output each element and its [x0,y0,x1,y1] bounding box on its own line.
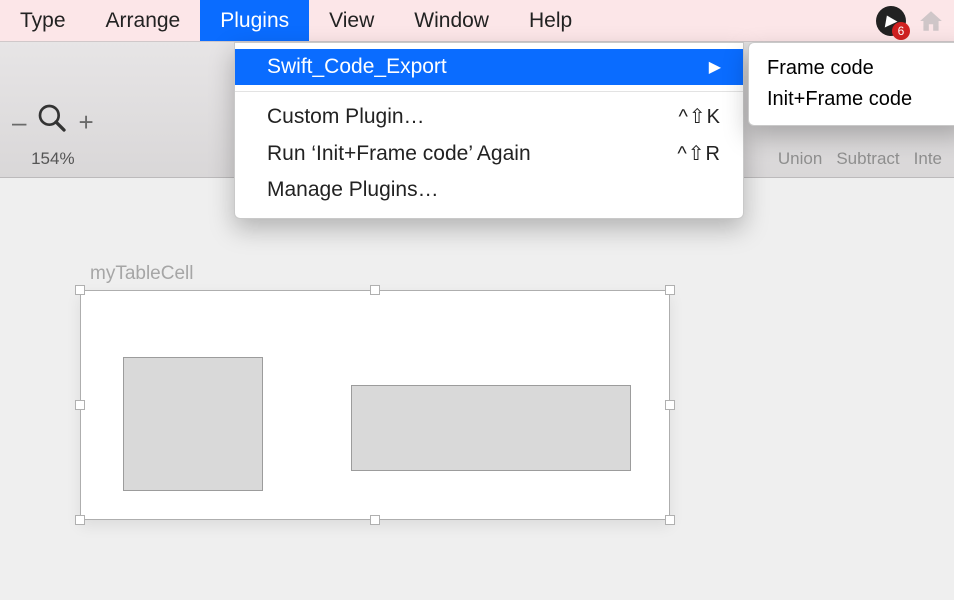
menu-view[interactable]: View [309,0,394,41]
plugins-item-run-again[interactable]: Run ‘Init+Frame code’ Again ^⇧R [235,135,743,172]
menu-separator [235,91,743,92]
plugins-dropdown: Swift_Code_Export ▶ Custom Plugin… ^⇧K R… [234,42,744,219]
handle-br[interactable] [665,515,675,525]
bool-intersect[interactable]: Inte [914,149,942,169]
bool-subtract[interactable]: Subtract [836,149,899,169]
menu-help[interactable]: Help [509,0,592,41]
dd-label: Frame code [767,57,874,79]
dd-shortcut: ^⇧K [679,104,721,129]
canvas[interactable]: myTableCell [0,178,954,600]
menu-window[interactable]: Window [394,0,509,41]
dd-label: Swift_Code_Export [267,55,447,79]
zoom-group: – + 154% [12,102,94,169]
submenu-item-frame-code[interactable]: Frame code [749,53,954,84]
handle-ml[interactable] [75,400,85,410]
submenu-arrow-icon: ▶ [709,57,721,77]
handle-tr[interactable] [665,285,675,295]
handle-tc[interactable] [370,285,380,295]
handle-bc[interactable] [370,515,380,525]
zoom-out-button[interactable]: – [12,107,26,138]
notifications-icon[interactable]: 6 [876,6,906,36]
shape-rect[interactable] [351,385,631,471]
plugins-item-swift-code-export[interactable]: Swift_Code_Export ▶ [235,49,743,85]
boolean-group: Union Subtract Inte [778,149,942,169]
zoom-icon[interactable] [36,102,68,143]
menu-type[interactable]: Type [0,0,86,41]
submenu-item-init-frame-code[interactable]: Init+Frame code [749,84,954,115]
zoom-in-button[interactable]: + [78,107,93,138]
dd-shortcut: ^⇧R [677,141,721,166]
menu-arrange[interactable]: Arrange [86,0,201,41]
dd-label: Run ‘Init+Frame code’ Again [267,142,531,166]
dd-label: Custom Plugin… [267,105,425,129]
plugins-item-manage[interactable]: Manage Plugins… [235,172,743,208]
artboard[interactable] [80,290,670,520]
dd-label: Init+Frame code [767,88,912,110]
dd-label: Manage Plugins… [267,178,439,202]
handle-bl[interactable] [75,515,85,525]
zoom-value: 154% [31,149,74,169]
shape-square[interactable] [123,357,263,491]
notification-badge: 6 [892,22,910,40]
handle-tl[interactable] [75,285,85,295]
menu-plugins[interactable]: Plugins [200,0,309,41]
home-icon[interactable] [916,6,946,36]
handle-mr[interactable] [665,400,675,410]
bool-union[interactable]: Union [778,149,822,169]
menubar: Type Arrange Plugins View Window Help 6 [0,0,954,42]
swift-code-export-submenu: Frame code Init+Frame code [748,42,954,126]
artboard-label[interactable]: myTableCell [90,263,193,285]
plugins-item-custom-plugin[interactable]: Custom Plugin… ^⇧K [235,98,743,135]
